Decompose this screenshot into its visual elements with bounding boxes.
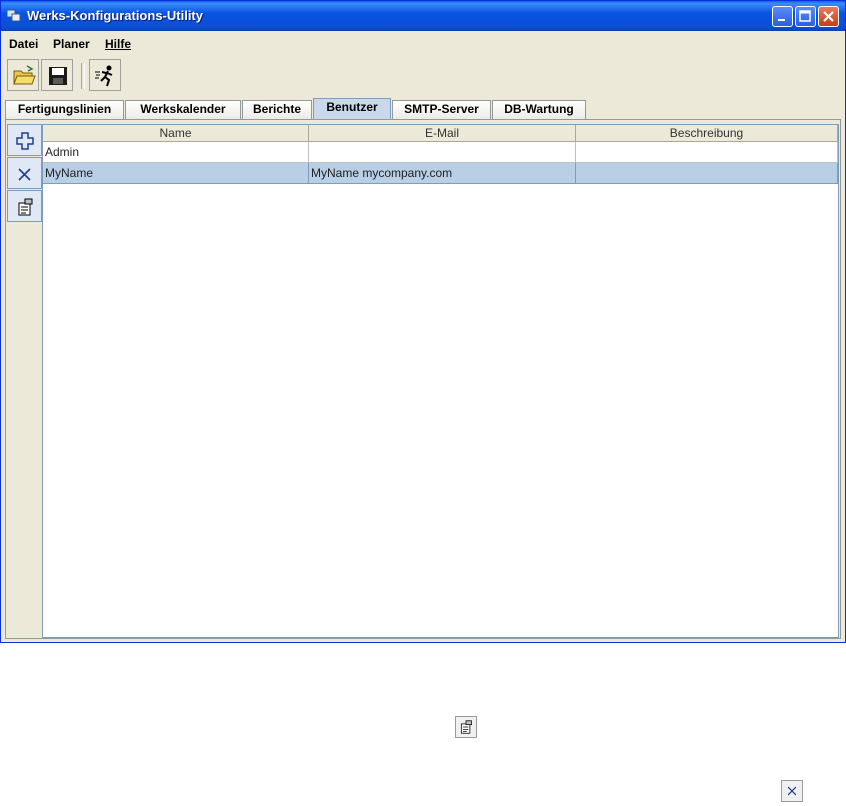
tab-strip: Fertigungslinien Werkskalender Berichte … bbox=[5, 98, 841, 119]
open-folder-icon bbox=[13, 65, 36, 85]
table-row[interactable]: MyName MyName mycompany.com bbox=[43, 163, 838, 184]
toolbar-separator bbox=[81, 63, 85, 89]
cell-name[interactable]: MyName bbox=[43, 163, 309, 184]
properties-icon-sample bbox=[455, 716, 477, 738]
cell-name[interactable]: Admin bbox=[43, 142, 309, 163]
window-title: Werks-Konfigurations-Utility bbox=[27, 8, 203, 23]
maximize-icon bbox=[799, 10, 811, 22]
properties-icon bbox=[18, 198, 33, 216]
delete-icon-sample bbox=[781, 780, 803, 802]
column-header-email[interactable]: E-Mail bbox=[309, 125, 576, 142]
minimize-icon bbox=[778, 19, 785, 21]
title-bar[interactable]: Werks-Konfigurations-Utility bbox=[1, 1, 845, 31]
column-header-name[interactable]: Name bbox=[43, 125, 309, 142]
table-row[interactable]: Admin bbox=[43, 142, 838, 163]
menu-hilfe[interactable]: Hilfe bbox=[105, 37, 131, 51]
app-icon bbox=[7, 9, 21, 22]
close-button[interactable] bbox=[818, 6, 839, 27]
tab-fertigungslinien[interactable]: Fertigungslinien bbox=[5, 100, 124, 119]
menu-bar: Datei Planer Hilfe bbox=[1, 32, 845, 54]
tab-werkskalender[interactable]: Werkskalender bbox=[125, 100, 241, 119]
tab-db-wartung[interactable]: DB-Wartung bbox=[492, 100, 586, 119]
minimize-button[interactable] bbox=[772, 6, 793, 27]
open-button[interactable] bbox=[7, 59, 39, 91]
benutzer-panel: Name E-Mail Beschreibung Admin MyName My… bbox=[5, 119, 841, 639]
run-button[interactable] bbox=[89, 59, 121, 91]
tab-berichte[interactable]: Berichte bbox=[242, 100, 312, 119]
delete-icon bbox=[18, 168, 31, 181]
run-icon bbox=[95, 65, 113, 87]
users-table: Name E-Mail Beschreibung Admin MyName My… bbox=[42, 124, 839, 638]
properties-icon bbox=[460, 720, 472, 734]
toolbar bbox=[1, 55, 845, 95]
cell-email[interactable]: MyName mycompany.com bbox=[309, 163, 576, 184]
delete-user-button[interactable] bbox=[7, 157, 42, 189]
delete-icon bbox=[787, 786, 797, 796]
maximize-button[interactable] bbox=[795, 6, 816, 27]
close-icon bbox=[823, 11, 834, 22]
app-window: Werks-Konfigurations-Utility Datei Plane… bbox=[0, 0, 846, 643]
menu-planer[interactable]: Planer bbox=[53, 37, 90, 51]
add-user-button[interactable] bbox=[7, 124, 42, 156]
cell-beschreibung[interactable] bbox=[576, 142, 838, 163]
add-icon bbox=[16, 132, 34, 150]
column-header-beschreibung[interactable]: Beschreibung bbox=[576, 125, 838, 142]
tab-smtp-server[interactable]: SMTP-Server bbox=[392, 100, 491, 119]
menu-datei[interactable]: Datei bbox=[9, 37, 38, 51]
save-button[interactable] bbox=[41, 59, 73, 91]
user-properties-button[interactable] bbox=[7, 190, 42, 222]
cell-beschreibung[interactable] bbox=[576, 163, 838, 184]
save-disk-icon bbox=[49, 67, 67, 85]
cell-email[interactable] bbox=[309, 142, 576, 163]
tab-benutzer[interactable]: Benutzer bbox=[313, 98, 391, 119]
